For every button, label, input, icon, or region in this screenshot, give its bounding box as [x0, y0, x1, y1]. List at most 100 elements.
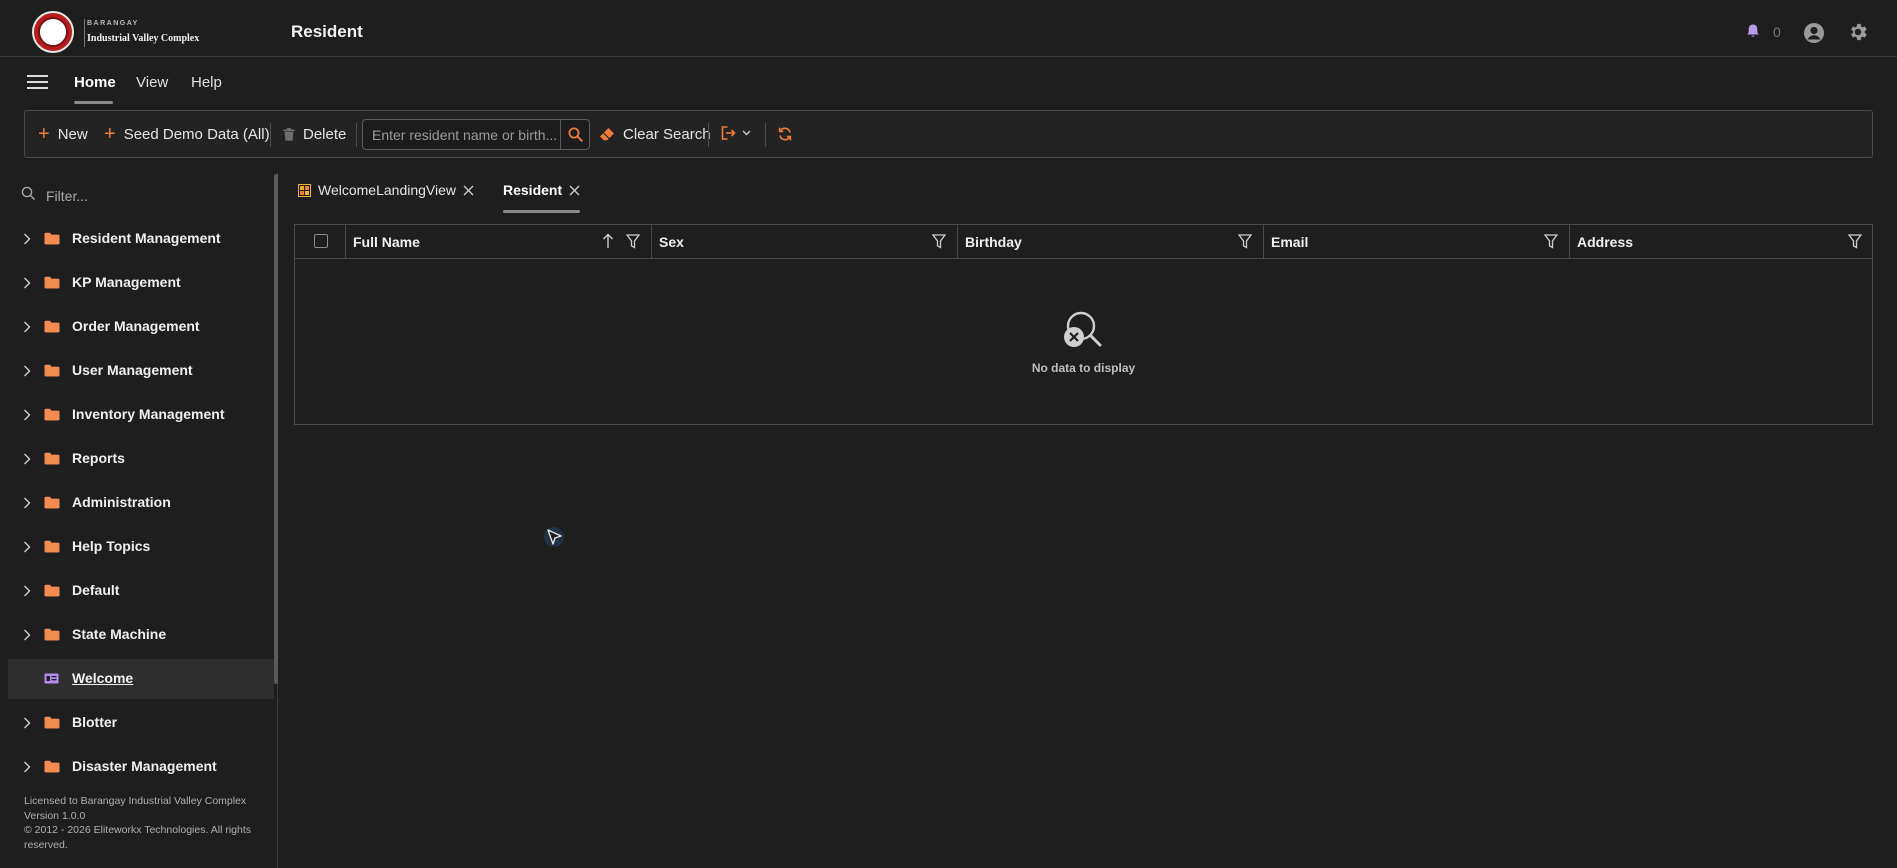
column-label: Full Name [353, 234, 420, 250]
column-label: Sex [659, 234, 684, 250]
sidebar-scrollbar[interactable] [274, 174, 278, 684]
folder-icon [44, 496, 60, 509]
sidebar-item[interactable]: Help Topics [8, 527, 274, 567]
active-tab-indicator [74, 101, 113, 104]
filter-icon[interactable] [1848, 234, 1862, 249]
eraser-icon [599, 127, 615, 142]
tab-label: WelcomeLandingView [318, 182, 457, 198]
folder-icon [44, 276, 60, 289]
sidebar-item[interactable]: State Machine [8, 615, 274, 655]
export-icon [721, 126, 736, 140]
sidebar-item-label: Resident Management [72, 230, 221, 246]
plus-icon: + [38, 123, 50, 145]
chevron-right-icon[interactable] [23, 497, 31, 509]
clear-search-label: Clear Search [623, 126, 711, 143]
plus-icon: + [104, 123, 116, 145]
chevron-right-icon[interactable] [23, 321, 31, 333]
menu-tab-home[interactable]: Home [74, 74, 116, 91]
select-all-cell [295, 225, 346, 258]
tab-welcome-landing-view[interactable]: WelcomeLandingView [298, 182, 474, 198]
notification-count: 0 [1773, 24, 1781, 40]
no-data-message: No data to display [1031, 361, 1136, 375]
column-header-email[interactable]: Email [1264, 225, 1570, 258]
dashboard-view-icon [298, 183, 311, 197]
sidebar-item-label: Order Management [72, 318, 200, 334]
chevron-right-icon[interactable] [23, 453, 31, 465]
filter-icon[interactable] [626, 234, 640, 249]
column-header-full-name[interactable]: Full Name [346, 225, 652, 258]
notifications-bell-icon[interactable] [1745, 23, 1761, 39]
new-button-label: New [57, 126, 88, 143]
license-text: Licensed to Barangay Industrial Valley C… [24, 795, 247, 807]
sidebar-item[interactable]: Disaster Management [8, 747, 274, 787]
filter-icon[interactable] [932, 234, 946, 249]
resident-search-box [362, 119, 590, 150]
clear-search-button[interactable]: Clear Search [599, 126, 711, 143]
user-account-icon[interactable] [1803, 22, 1825, 44]
grid-header-row: Full Name Sex Birthday Email Address [295, 225, 1872, 259]
sidebar-item[interactable]: KP Management [8, 263, 274, 303]
filter-icon[interactable] [1238, 234, 1252, 249]
seed-demo-data-button[interactable]: + Seed Demo Data (All) [104, 123, 270, 145]
chevron-right-icon[interactable] [23, 409, 31, 421]
delete-button[interactable]: Delete [283, 126, 346, 143]
folder-icon [44, 584, 60, 597]
sidebar-item-label: Help Topics [72, 538, 151, 554]
column-label: Email [1271, 234, 1309, 250]
chevron-right-icon[interactable] [23, 541, 31, 553]
chevron-right-icon[interactable] [23, 761, 31, 773]
chevron-right-icon[interactable] [23, 233, 31, 245]
trash-icon [283, 128, 295, 141]
sidebar-item[interactable]: Reports [8, 439, 274, 479]
menu-tab-help[interactable]: Help [191, 74, 222, 91]
folder-icon [44, 320, 60, 333]
sidebar-item[interactable]: Order Management [8, 307, 274, 347]
sidebar-item[interactable]: Administration [8, 483, 274, 523]
new-button[interactable]: + New [38, 123, 88, 145]
filter-icon[interactable] [1544, 234, 1558, 249]
sidebar-item-label: Reports [72, 450, 125, 466]
export-dropdown-button[interactable] [721, 126, 751, 140]
sidebar-item[interactable]: Inventory Management [8, 395, 274, 435]
hamburger-menu-icon[interactable] [27, 74, 49, 90]
chevron-right-icon[interactable] [23, 585, 31, 597]
chevron-right-icon[interactable] [23, 629, 31, 641]
license-footer: Licensed to Barangay Industrial Valley C… [24, 794, 264, 852]
sidebar-item[interactable]: Resident Management [8, 219, 274, 259]
sidebar-item-label: KP Management [72, 274, 181, 290]
search-button[interactable] [560, 120, 590, 149]
sidebar-item[interactable]: Welcome [8, 659, 274, 699]
sidebar-item[interactable]: Default [8, 571, 274, 611]
close-icon[interactable] [463, 185, 474, 196]
sort-ascending-icon[interactable] [602, 233, 614, 249]
tab-resident[interactable]: Resident [503, 182, 580, 198]
sidebar-item-label: Welcome [72, 670, 134, 686]
chevron-right-icon[interactable] [23, 365, 31, 377]
column-header-sex[interactable]: Sex [652, 225, 958, 258]
barangay-seal-logo [32, 11, 74, 53]
chevron-right-icon[interactable] [23, 717, 31, 729]
select-all-checkbox[interactable] [314, 234, 328, 248]
folder-icon [44, 760, 60, 773]
resident-search-input[interactable] [363, 120, 559, 149]
folder-icon [44, 628, 60, 641]
folder-icon [44, 540, 60, 553]
column-header-birthday[interactable]: Birthday [958, 225, 1264, 258]
sidebar-item-label: State Machine [72, 626, 167, 642]
view-card-icon [44, 673, 59, 684]
settings-gear-icon[interactable] [1847, 21, 1869, 43]
close-icon[interactable] [569, 185, 580, 196]
delete-button-label: Delete [303, 126, 347, 143]
refresh-button[interactable] [777, 126, 793, 142]
sidebar-filter-input[interactable] [44, 184, 268, 208]
chevron-right-icon[interactable] [23, 277, 31, 289]
menu-tab-view[interactable]: View [136, 74, 168, 91]
no-data-icon [1061, 309, 1105, 351]
folder-icon [44, 364, 60, 377]
column-header-address[interactable]: Address [1570, 225, 1872, 258]
folder-icon [44, 408, 60, 421]
brand-name: Industrial Valley Complex [87, 33, 200, 44]
active-doc-tab-indicator [503, 210, 580, 213]
sidebar-item[interactable]: Blotter [8, 703, 274, 743]
sidebar-item[interactable]: User Management [8, 351, 274, 391]
